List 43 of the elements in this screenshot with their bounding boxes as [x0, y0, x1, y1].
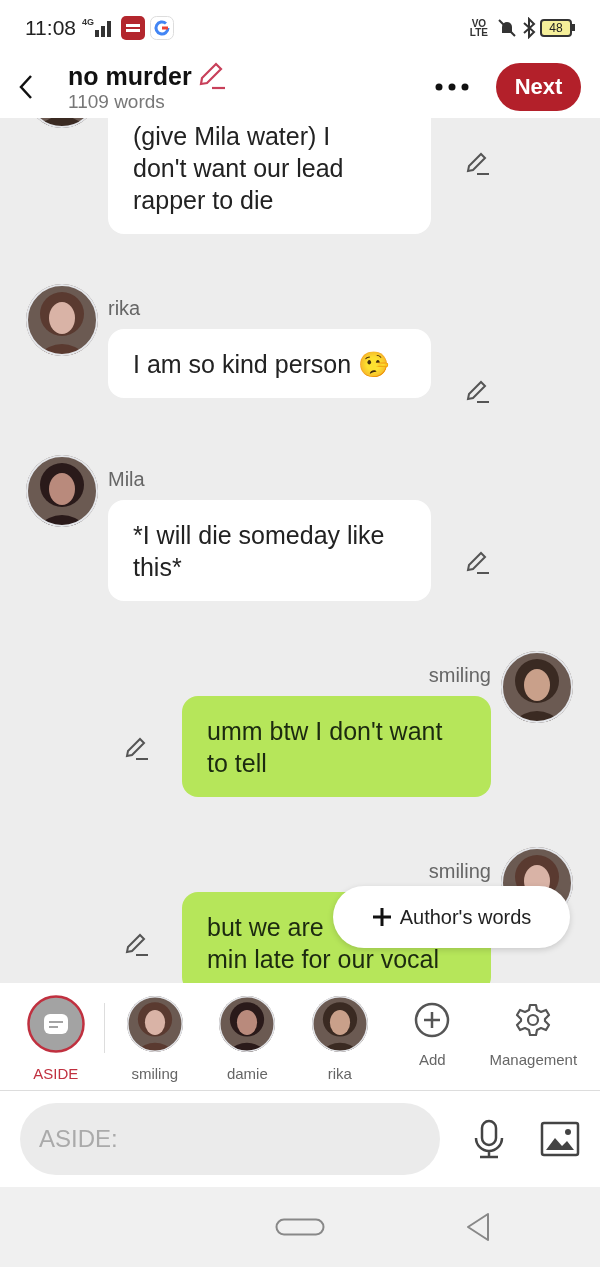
- home-pill-icon[interactable]: [275, 1218, 325, 1236]
- bluetooth-icon: [522, 16, 536, 39]
- cast-item[interactable]: ASIDE: [12, 995, 100, 1086]
- volte-indicator: VO LTE: [469, 18, 488, 37]
- cast-item[interactable]: Management: [478, 995, 588, 1072]
- aside-icon: [26, 995, 85, 1053]
- cast-item[interactable]: rika: [293, 995, 387, 1086]
- cast-item[interactable]: smiling: [108, 995, 202, 1086]
- microphone-icon[interactable]: [472, 1119, 506, 1159]
- settings-icon: [515, 1002, 552, 1038]
- edit-icon[interactable]: [123, 932, 149, 958]
- plus-icon: [371, 907, 392, 927]
- back-icon[interactable]: [17, 73, 35, 100]
- sender-name: smiling: [428, 664, 491, 686]
- mute-icon: [496, 17, 518, 38]
- edit-icon[interactable]: [123, 736, 149, 762]
- authors-words-popup-menu[interactable]: Author's words: [333, 886, 570, 948]
- next-button[interactable]: Next: [496, 62, 581, 111]
- app-icon: [121, 15, 145, 40]
- image-icon[interactable]: [540, 1121, 580, 1157]
- status-time: 11:08: [25, 14, 76, 41]
- edit-icon[interactable]: [197, 61, 226, 90]
- sender-name: Mila: [108, 468, 145, 490]
- more-icon[interactable]: [435, 82, 469, 91]
- sender-name: rika: [108, 297, 141, 319]
- edit-icon[interactable]: [464, 550, 490, 576]
- edit-icon[interactable]: [464, 379, 490, 405]
- story-title: no murder: [68, 60, 192, 91]
- cast-item[interactable]: Add: [386, 995, 479, 1072]
- word-count: 1109 words: [68, 90, 166, 113]
- back-nav-icon[interactable]: [465, 1212, 491, 1242]
- network-type: 4G: [82, 18, 94, 27]
- message-bubble: (give Mila water) I don't want our lead rapper to die: [108, 118, 431, 234]
- message-input[interactable]: ASIDE:: [20, 1103, 440, 1175]
- battery-icon: 48: [540, 18, 575, 37]
- add-icon: [414, 1002, 451, 1038]
- message-bubble: I am so kind person 🤥: [108, 329, 431, 398]
- sender-name: smiling: [428, 860, 491, 882]
- cast-item[interactable]: damie: [201, 995, 294, 1086]
- edit-icon[interactable]: [464, 151, 490, 177]
- message-bubble: *I will die someday like this*: [108, 500, 431, 601]
- google-app-icon: [150, 15, 174, 40]
- message-bubble: umm btw I don't want to tell: [182, 696, 491, 797]
